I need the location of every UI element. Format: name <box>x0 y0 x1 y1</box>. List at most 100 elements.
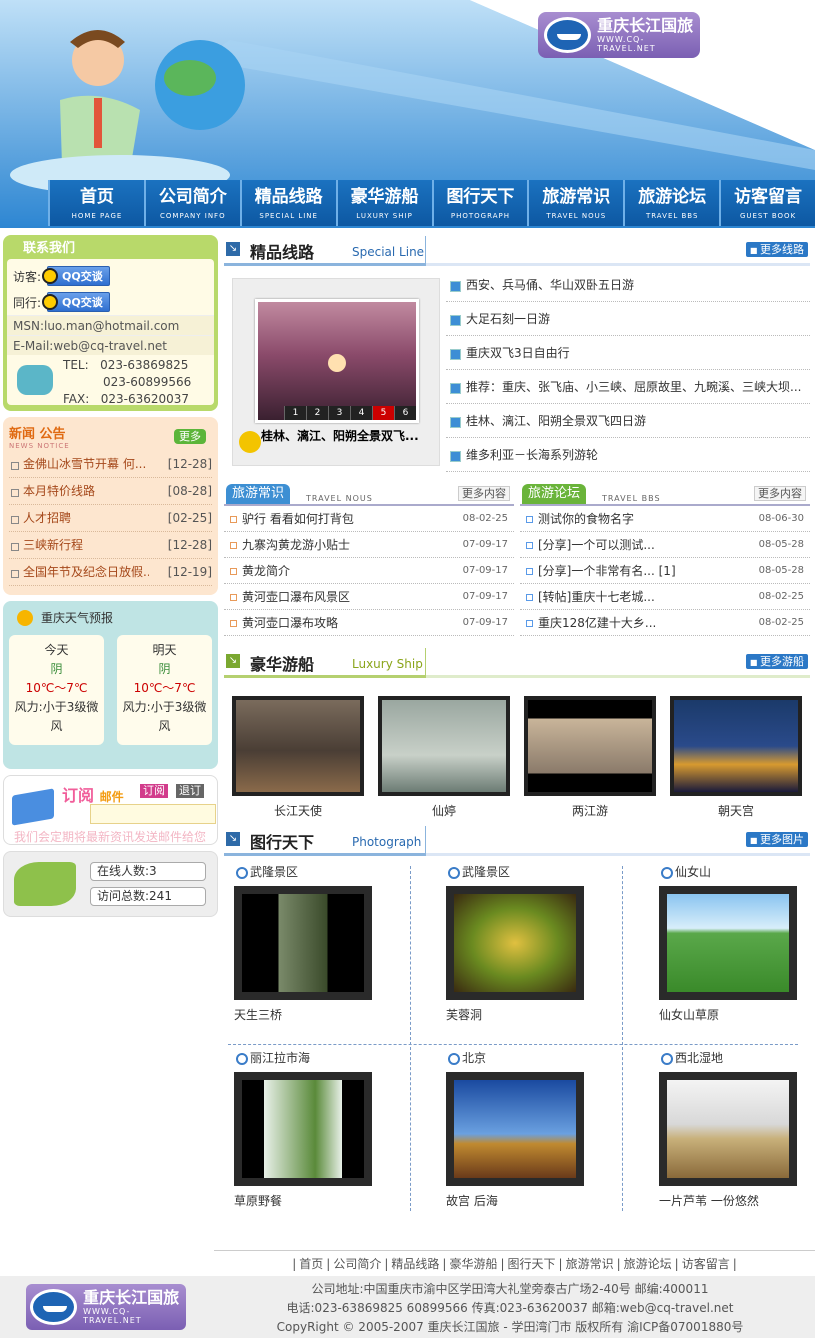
featured-caption[interactable]: 桂林、漓江、阳朔全景双飞... <box>261 427 419 444</box>
photo-card[interactable]: 西北湿地 一片芦苇 一份悠然 <box>659 1048 815 1209</box>
footer-link[interactable]: 首页 <box>299 1257 323 1271</box>
slide-number[interactable]: 3 <box>328 406 350 420</box>
line-item[interactable]: 推荐：重庆、张飞庙、小三峡、屈原故里、九畹溪、三峡大坝... <box>446 370 810 404</box>
footer-link[interactable]: 访客留言 <box>682 1257 730 1271</box>
more-photos-button[interactable]: 更多图片 <box>745 832 808 847</box>
footer-link[interactable]: 公司简介 <box>333 1257 381 1271</box>
visit-count: 访问总数:241 <box>90 887 206 906</box>
nav-special-line[interactable]: 精品线路 SPECIAL LINE <box>239 180 336 226</box>
bbs-item[interactable]: [分享]一个非常有名... [1] 08-05-28 <box>520 558 810 584</box>
ship-logo-icon <box>544 17 592 53</box>
photo-card[interactable]: 北京 故宫 后海 <box>446 1048 606 1209</box>
bbs-item[interactable]: [分享]一个可以测试... 08-05-28 <box>520 532 810 558</box>
msn-line: MSN:luo.man@hotmail.com <box>7 315 214 335</box>
bbs-item[interactable]: 重庆128亿建十大乡... 08-02-25 <box>520 610 810 636</box>
more-ships-button[interactable]: 更多游船 <box>745 654 808 669</box>
nav-label: 访客留言 <box>734 187 803 207</box>
footer-link[interactable]: 旅游常识 <box>566 1257 614 1271</box>
ship-card[interactable]: 长江天使 <box>232 696 364 819</box>
qq-label: QQ交谈 <box>62 296 103 309</box>
news-item-title: 三峡新行程 <box>9 532 149 558</box>
bbs-more-button[interactable]: 更多内容 <box>754 486 806 501</box>
bbs-item-title: 测试你的食物名字 <box>538 512 635 526</box>
qq-chat-button-visitor[interactable]: QQ交谈 <box>42 266 110 286</box>
nav-travel-nous[interactable]: 旅游常识 TRAVEL NOUS <box>527 180 624 226</box>
arrow-icon: ↘ <box>226 242 240 256</box>
nav-photograph[interactable]: 图行天下 PHOTOGRAPH <box>431 180 528 226</box>
news-more-button[interactable]: 更多 <box>174 429 206 444</box>
bbs-item-date: 08-02-25 <box>758 591 804 602</box>
footer-address: 公司地址:中国重庆市渝中区学田湾大礼堂旁泰古广场2-40号 邮编:400011 <box>311 1282 709 1296</box>
nav-travel-bbs[interactable]: 旅游论坛 TRAVEL BBS <box>623 180 720 226</box>
sun-icon <box>17 610 33 626</box>
nous-more-button[interactable]: 更多内容 <box>458 486 510 501</box>
photo-card[interactable]: 仙女山 仙女山草原 <box>659 862 815 1023</box>
news-item[interactable]: 三峡新行程 [12-28] <box>9 532 212 559</box>
photo-image <box>234 886 372 1000</box>
nav-sublabel: TRAVEL NOUS <box>546 212 607 220</box>
weather-box: 重庆天气预报 今天 阴 10℃～7℃ 风力:小于3级微 风 明天 阴 10℃～7… <box>3 601 218 769</box>
footer-link[interactable]: 豪华游船 <box>449 1257 497 1271</box>
qq-chat-button-peer[interactable]: QQ交谈 <box>42 292 110 312</box>
line-item[interactable]: 重庆双飞3日自由行 <box>446 336 810 370</box>
nav-sublabel: LUXURY SHIP <box>356 212 413 220</box>
photo-place: 丽江拉市海 <box>234 1048 394 1068</box>
unsubscribe-button[interactable]: 退订 <box>176 784 204 798</box>
nav-company-info[interactable]: 公司简介 COMPANY INFO <box>143 180 240 226</box>
subscribe-email-input[interactable] <box>90 804 216 824</box>
ship-card[interactable]: 朝天宫 <box>670 696 802 819</box>
slide-number[interactable]: 1 <box>284 406 306 420</box>
main-content: ↘ 精品线路 Special Line 更多线路 1 2 3 4 5 6 桂林、… <box>224 236 810 1218</box>
photo-image <box>234 1072 372 1186</box>
news-item[interactable]: 全国年节及纪念日放假... [12-19] <box>9 559 212 586</box>
nav-guest-book[interactable]: 访客留言 GUEST BOOK <box>719 180 815 226</box>
subscribe-box: 订阅 邮件 订阅 退订 我们会定期将最新资讯发送邮件给您 <box>3 775 218 845</box>
ship-name: 朝天宫 <box>717 804 754 818</box>
nav-luxury-ship[interactable]: 豪华游船 LUXURY SHIP <box>335 180 432 226</box>
photo-card[interactable]: 武隆景区 天生三桥 <box>234 862 394 1023</box>
footer-link[interactable]: 旅游论坛 <box>624 1257 672 1271</box>
ship-card[interactable]: 仙婷 <box>378 696 510 819</box>
slide-number[interactable]: 6 <box>394 406 416 420</box>
nous-item[interactable]: 黄河壶口瀑布攻略 07-09-17 <box>224 610 514 636</box>
photo-image <box>659 1072 797 1186</box>
footer-logo[interactable]: 重庆长江国旅 WWW.CQ-TRAVEL.NET <box>26 1284 186 1330</box>
nous-item[interactable]: 黄龙简介 07-09-17 <box>224 558 514 584</box>
featured-photo[interactable]: 1 2 3 4 5 6 <box>255 299 419 423</box>
qq-penguin-icon <box>42 268 59 284</box>
arrow-icon: ↘ <box>226 654 240 668</box>
bbs-item[interactable]: [转帖]重庆十七老城... 08-02-25 <box>520 584 810 610</box>
line-item[interactable]: 大足石刻一日游 <box>446 302 810 336</box>
news-item[interactable]: 金佛山冰雪节开幕 何... [12-28] <box>9 451 212 478</box>
slide-number-active[interactable]: 5 <box>372 406 394 420</box>
line-item[interactable]: 西安、兵马俑、华山双卧五日游 <box>446 268 810 302</box>
photo-card[interactable]: 武隆景区 芙蓉洞 <box>446 862 606 1023</box>
nav-home[interactable]: 首页 HOME PAGE <box>48 180 144 226</box>
news-item[interactable]: 人才招聘 [02-25] <box>9 505 212 532</box>
ship-card[interactable]: 两江游 <box>524 696 656 819</box>
subscribe-button[interactable]: 订阅 <box>140 784 168 798</box>
qq-label: QQ交谈 <box>62 270 103 283</box>
bbs-item-date: 08-06-30 <box>758 513 804 524</box>
news-item[interactable]: 本月特价线路 [08-28] <box>9 478 212 505</box>
nous-item[interactable]: 驴行 看看如何打背包 08-02-25 <box>224 506 514 532</box>
more-lines-button[interactable]: 更多线路 <box>745 242 808 257</box>
slide-number[interactable]: 4 <box>350 406 372 420</box>
weather-wind-cont: 风 <box>50 719 63 733</box>
footer-link[interactable]: 图行天下 <box>508 1257 556 1271</box>
featured-photo-frame: 1 2 3 4 5 6 桂林、漓江、阳朔全景双飞... <box>232 278 440 466</box>
brand-logo[interactable]: 重庆长江国旅 WWW.CQ-TRAVEL.NET <box>538 12 700 58</box>
photo-image <box>659 886 797 1000</box>
slide-number[interactable]: 2 <box>306 406 328 420</box>
bbs-item[interactable]: 测试你的食物名字 08-06-30 <box>520 506 810 532</box>
section-header: ↘ 豪华游船 Luxury Ship 更多游船 <box>224 648 810 678</box>
luxury-ship-section: ↘ 豪华游船 Luxury Ship 更多游船 长江天使 仙婷 两江游 朝天宫 <box>224 648 810 826</box>
nous-item[interactable]: 黄河壶口瀑布风景区 07-09-17 <box>224 584 514 610</box>
footer-nav: | 首页 | 公司简介 | 精品线路 | 豪华游船 | 图行天下 | 旅游常识 | 旅游论坛 | 访客留言 | <box>214 1250 815 1276</box>
footer-link[interactable]: 精品线路 <box>391 1257 439 1271</box>
weather-day: 今天 <box>44 643 69 657</box>
line-item[interactable]: 桂林、漓江、阳朔全景双飞四日游 <box>446 404 810 438</box>
nous-item[interactable]: 九寨沟黄龙游小贴士 07-09-17 <box>224 532 514 558</box>
photo-card[interactable]: 丽江拉市海 草原野餐 <box>234 1048 394 1209</box>
ship-logo-icon <box>30 1289 78 1325</box>
